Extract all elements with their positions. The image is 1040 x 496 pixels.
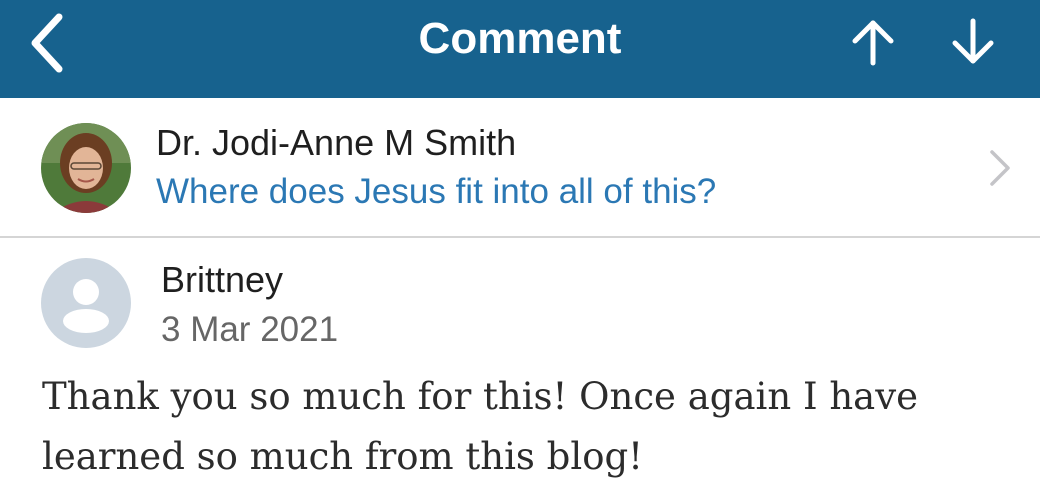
post-author-name: Dr. Jodi-Anne M Smith <box>156 122 517 163</box>
user-placeholder-icon <box>63 279 109 333</box>
chevron-right-icon <box>990 150 1010 186</box>
commenter-avatar <box>41 258 131 348</box>
comment-date: 3 Mar 2021 <box>161 310 339 349</box>
parent-post-row[interactable]: Dr. Jodi-Anne M Smith Where does Jesus f… <box>0 98 1040 236</box>
section-divider <box>0 236 1040 238</box>
back-button[interactable] <box>12 8 82 78</box>
arrow-down-icon <box>952 18 994 64</box>
comment-body-text: Thank you so much for this! Once again I… <box>42 375 919 478</box>
author-avatar <box>41 123 131 213</box>
comment-author-name: Brittney <box>161 259 284 300</box>
previous-comment-button[interactable] <box>843 12 903 72</box>
chevron-left-icon <box>31 13 63 73</box>
arrow-up-icon <box>852 20 894 66</box>
post-title-link[interactable]: Where does Jesus fit into all of this? <box>156 172 716 212</box>
next-comment-button[interactable] <box>943 12 1003 72</box>
top-navigation-bar: Comment <box>0 0 1040 98</box>
